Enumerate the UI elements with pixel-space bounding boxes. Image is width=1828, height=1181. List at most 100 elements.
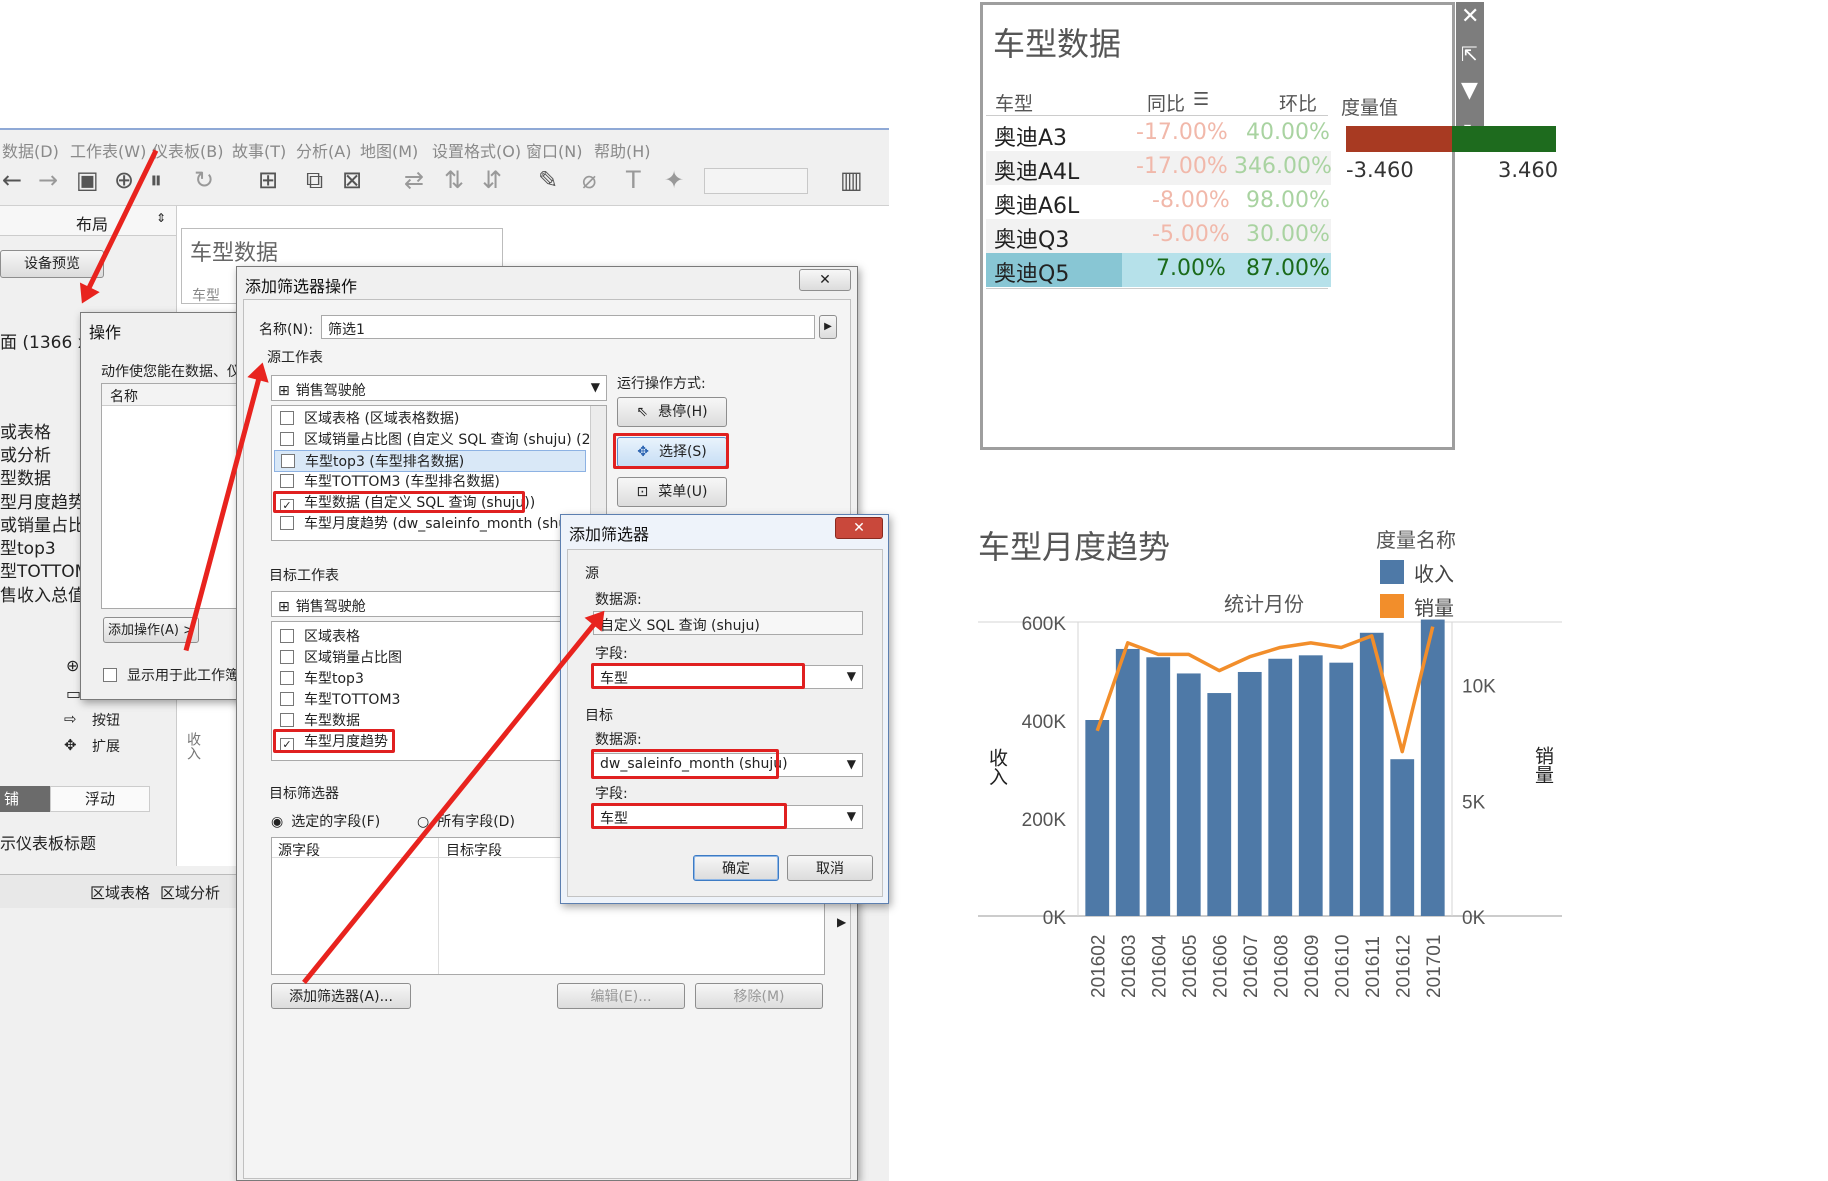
tab-switch-icon[interactable]: ⇕ (156, 211, 166, 225)
table-row[interactable]: 奥迪Q3 -5.00% 30.00% (986, 219, 1331, 253)
run-menu-button[interactable]: ⊡ 菜单(U) (617, 477, 727, 507)
radio-checked-icon[interactable]: ◉ (271, 814, 283, 830)
sort-asc-icon[interactable]: ⇅ (444, 166, 464, 194)
add-action-button[interactable]: 添加操作(A) > (103, 617, 199, 643)
source-sheet-checkbox[interactable] (280, 474, 294, 488)
target-sheet-checkbox[interactable] (280, 650, 294, 664)
x-tick-label: 201609 (1302, 935, 1323, 998)
sheet-item-4[interactable]: 型月度趋势 (0, 488, 85, 513)
label-icon[interactable]: T (626, 166, 641, 194)
close-icon[interactable]: ✕ (1461, 4, 1479, 29)
radio-selected-fields[interactable]: ◉ 选定的字段(F) (271, 811, 380, 831)
forward-icon[interactable]: → (38, 166, 58, 194)
dashboard-icon: ⊞ (278, 383, 290, 399)
actions-list-header[interactable]: 名称 (102, 384, 252, 406)
table-viz-panel: 车型数据 车型 同比 ☰ 环比 度量值 奥迪A3 -17.00% 40.00% … (980, 2, 1455, 450)
duplicate-icon[interactable]: ⧉ (306, 166, 323, 194)
target-sheet-item[interactable]: 车型TOTTOM3 (280, 689, 400, 711)
edit-button[interactable]: 编辑(E)... (557, 983, 685, 1009)
source-sheet-item[interactable]: 车型TOTTOM3 (车型排名数据) (280, 471, 500, 493)
highlight-icon[interactable]: ✎ (538, 166, 558, 194)
bottom-tab-region-table[interactable]: 区域表格 (90, 882, 150, 903)
bottom-tab-region-analysis[interactable]: 区域分析 (160, 882, 220, 903)
show-me-icon[interactable]: ▥ (840, 166, 863, 194)
table-row[interactable]: 奥迪A4L -17.00% 346.00% (986, 151, 1332, 185)
show-workbook-actions[interactable]: 显示用于此工作簿中 (103, 665, 253, 685)
target-sheet-item[interactable]: 车型top3 (280, 668, 364, 690)
show-dashboard-title[interactable]: 示仪表板标题 (0, 830, 96, 854)
source-sheet-checkbox[interactable] (280, 516, 294, 530)
layout-tab[interactable]: 布局 ⇕ (0, 206, 176, 236)
table-row-selected[interactable]: 奥迪Q5 7.00% 87.00% (986, 253, 1331, 287)
y2-tick-label: 0K (1462, 908, 1486, 929)
clear-icon[interactable]: ⊠ (342, 166, 362, 194)
target-sheet-label: 车型TOTTOM3 (304, 692, 401, 708)
close-button[interactable]: ✕ (799, 269, 851, 291)
run-menu-label: 菜单(U) (658, 484, 708, 500)
swap-icon[interactable]: ⇄ (404, 166, 424, 194)
target-sheet-checkbox[interactable] (280, 692, 294, 706)
bar-revenue (1390, 759, 1415, 916)
back-icon[interactable]: ← (2, 166, 22, 194)
y-tick-label: 200K (1022, 810, 1067, 831)
pause-icon[interactable]: ⏸ (150, 166, 162, 194)
sheet-item-3[interactable]: 型数据 (0, 464, 51, 489)
new-datasource-icon[interactable]: ⊕ (114, 166, 134, 194)
add-filter-button[interactable]: 添加筛选器(A)... (271, 983, 411, 1009)
add-filter-close-button[interactable]: ✕ (835, 517, 883, 539)
target-sheet-checkbox[interactable] (280, 629, 294, 643)
name-insert-button[interactable]: ▶ (819, 315, 837, 339)
sheet-item-1[interactable]: 或表格 (0, 418, 51, 443)
open-external-icon[interactable]: ⇱ (1461, 42, 1478, 66)
source-sheet-checkbox[interactable] (281, 454, 295, 468)
annotate-icon[interactable]: ⌀ (582, 166, 596, 194)
target-sheet-checkbox[interactable] (280, 713, 294, 727)
menu-icon: ⊡ (636, 484, 649, 500)
target-sheet-checkbox[interactable] (280, 671, 294, 685)
sheet-item-2[interactable]: 或分析 (0, 441, 51, 466)
target-sheet-item[interactable]: 区域销量占比图 (280, 647, 402, 669)
target-sheet-item[interactable]: 区域表格 (280, 626, 360, 648)
extension-object-label[interactable]: 扩展 (92, 736, 120, 756)
remove-button[interactable]: 移除(M) (695, 983, 823, 1009)
tiled-toggle[interactable]: 铺 (0, 786, 50, 812)
source-sheet-checkbox[interactable] (280, 411, 294, 425)
floating-toggle[interactable]: 浮动 (50, 786, 150, 812)
refresh-icon[interactable]: ↻ (194, 166, 214, 194)
save-icon[interactable]: ▣ (76, 166, 99, 194)
source-sheet-item[interactable]: 车型top3 (车型排名数据) (274, 450, 586, 472)
device-preview-button[interactable]: 设备预览 (0, 250, 104, 278)
show-workbook-checkbox[interactable] (103, 668, 117, 682)
fit-dropdown[interactable] (704, 168, 808, 194)
source-sheet-item[interactable]: 区域销量占比图 (自定义 SQL 查询 (shuju) (2)) (280, 429, 601, 451)
ok-button[interactable]: 确定 (693, 855, 779, 881)
name-input[interactable]: 筛选1 (321, 315, 815, 339)
sheet-item-8[interactable]: 售收入总值 (0, 581, 85, 606)
source-sheets-list[interactable]: 区域表格 (区域表格数据) 区域销量占比图 (自定义 SQL 查询 (shuju… (271, 405, 607, 541)
new-sheet-icon[interactable]: ⊞ (258, 166, 278, 194)
button-object-label[interactable]: 按钮 (92, 710, 120, 730)
legend-max-label: 3.460 (1498, 158, 1559, 182)
legend-label-revenue: 收入 (1414, 562, 1454, 586)
run-hover-button[interactable]: ⇖ 悬停(H) (617, 397, 727, 427)
y2-tick-label: 10K (1462, 677, 1496, 698)
cancel-button[interactable]: 取消 (787, 855, 873, 881)
pin-icon[interactable]: ✦ (664, 166, 684, 194)
cell-mom: 98.00% (1246, 188, 1330, 213)
sort-icon[interactable]: ☰ (1193, 89, 1209, 110)
source-sheet-item[interactable]: 车型月度趋势 (dw_saleinfo_month (shuju)) (280, 513, 591, 535)
sheet-item-6[interactable]: 型top3 (0, 534, 56, 559)
target-sheet-label: 区域表格 (304, 629, 360, 645)
af-target-field-label: 字段: (595, 786, 628, 802)
filter-icon[interactable]: ▼ (1461, 78, 1478, 103)
source-sheet-item[interactable]: 区域表格 (区域表格数据) (280, 408, 459, 430)
source-dashboard-select[interactable]: ⊞ 销售驾驶舱 ▼ (271, 375, 607, 401)
table-row[interactable]: 奥迪A3 -17.00% 40.00% (986, 117, 1331, 151)
scroll-right-icon[interactable]: ▶ (837, 915, 846, 929)
th-measure: 度量值 (1341, 97, 1399, 119)
sort-desc-icon[interactable]: ⇵ (482, 166, 502, 194)
source-sheet-checkbox[interactable] (280, 432, 294, 446)
table-row[interactable]: 奥迪A6L -8.00% 98.00% (986, 185, 1331, 219)
bar-revenue (1298, 655, 1323, 916)
target-dashboard-select[interactable]: ⊞ 销售驾驶舱 (271, 591, 571, 617)
